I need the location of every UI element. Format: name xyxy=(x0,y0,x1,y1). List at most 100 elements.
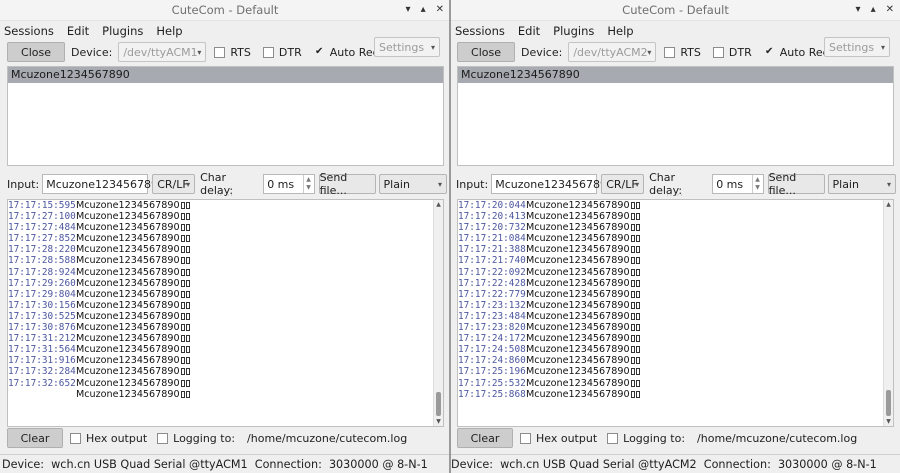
control-char-icon xyxy=(185,301,190,309)
window-titlebar[interactable]: CuteCom - Default ▾ ▴ ✕ xyxy=(0,0,450,21)
settings-label: Settings xyxy=(829,40,875,54)
input-field[interactable]: Mcuzone1234567890 xyxy=(491,174,614,194)
control-char-icon xyxy=(630,202,635,209)
minimize-icon[interactable]: ▾ xyxy=(856,0,861,20)
log-timestamp: 17:17:28:220 xyxy=(8,244,76,256)
log-lines: 17:17:20:044Mcuzone1234567890 17:17:20:41… xyxy=(458,200,883,400)
rts-checkbox[interactable] xyxy=(664,46,676,58)
dtr-checkbox[interactable] xyxy=(262,46,274,58)
char-delay-spinbox[interactable]: 0 ms ▲ ▼ xyxy=(263,174,315,194)
triangle-down-icon: ▾ xyxy=(197,47,202,57)
log-line: 17:17:29:804Mcuzone1234567890 xyxy=(8,289,433,300)
scroll-up-icon[interactable]: ▲ xyxy=(434,201,443,208)
clear-button[interactable]: Clear xyxy=(457,428,513,448)
format-select[interactable]: Plain ▾ xyxy=(378,174,447,194)
log-timestamp: 17:17:32:284 xyxy=(8,366,76,378)
scroll-down-icon[interactable]: ▼ xyxy=(884,418,893,425)
format-value: Plain xyxy=(832,177,859,191)
device-select[interactable]: /dev/ttyACM1 ▾ xyxy=(118,42,207,62)
control-char-icon xyxy=(635,202,640,209)
clear-button[interactable]: Clear xyxy=(7,428,63,448)
logging-checkbox[interactable] xyxy=(607,432,619,444)
line-end-select[interactable]: CR/LF ▾ xyxy=(152,174,196,194)
rts-checkbox[interactable] xyxy=(214,46,226,58)
line-end-value: CR/LF xyxy=(606,177,638,191)
control-char-icon xyxy=(185,213,190,221)
menu-sessions[interactable]: Sessions xyxy=(4,24,54,38)
sent-history-list[interactable]: Mcuzone1234567890 xyxy=(7,66,444,166)
list-item[interactable]: Mcuzone1234567890 xyxy=(458,67,893,83)
status-text: Device: wch.cn USB Quad Serial @ttyACM1 … xyxy=(2,458,428,471)
device-select[interactable]: /dev/ttyACM2 ▾ xyxy=(568,42,657,62)
log-text: Mcuzone1234567890 xyxy=(526,310,630,322)
control-char-icon xyxy=(180,324,185,332)
log-text: Mcuzone1234567890 xyxy=(526,200,630,211)
log-line: 17:17:24:860Mcuzone1234567890 xyxy=(458,355,883,366)
log-text: Mcuzone1234567890 xyxy=(526,299,630,311)
control-char-icon xyxy=(630,268,635,276)
log-text: Mcuzone1234567890 xyxy=(76,377,180,389)
control-char-icon xyxy=(185,290,190,298)
log-line: 17:17:31:564Mcuzone1234567890 xyxy=(8,344,433,355)
control-char-icon xyxy=(180,368,185,376)
triangle-down-icon: ▾ xyxy=(430,42,435,52)
output-log[interactable]: 17:17:15:595Mcuzone1234567890 17:17:27:10… xyxy=(7,199,444,427)
logging-checkbox[interactable] xyxy=(157,432,169,444)
log-timestamp: 17:17:31:916 xyxy=(8,355,76,367)
window-titlebar[interactable]: CuteCom - Default ▾ ▴ ✕ xyxy=(451,0,900,21)
scroll-down-icon[interactable]: ▼ xyxy=(434,418,443,425)
log-text: Mcuzone1234567890 xyxy=(76,277,180,289)
log-timestamp: 17:17:25:196 xyxy=(458,366,526,378)
hex-output-checkbox[interactable] xyxy=(70,432,81,444)
format-select[interactable]: Plain ▾ xyxy=(827,174,896,194)
log-text: Mcuzone1234567890 xyxy=(526,366,630,378)
menu-edit[interactable]: Edit xyxy=(67,24,89,38)
autoreconnect-checkbox[interactable]: ✔ xyxy=(314,47,325,58)
menu-sessions[interactable]: Sessions xyxy=(455,24,505,38)
menu-edit[interactable]: Edit xyxy=(518,24,540,38)
menu-plugins[interactable]: Plugins xyxy=(102,24,143,38)
line-end-value: CR/LF xyxy=(157,177,189,191)
char-delay-spinbox[interactable]: 0 ms ▲ ▼ xyxy=(712,174,764,194)
log-text: Mcuzone1234567890 xyxy=(76,255,180,267)
settings-button[interactable]: Settings ▾ xyxy=(374,37,440,57)
log-timestamp: 17:17:20:044 xyxy=(458,200,526,211)
char-delay-value: 0 ms xyxy=(267,177,295,191)
output-toolbar: Clear Hex output Logging to: /home/mcuzo… xyxy=(457,428,897,448)
scroll-thumb[interactable] xyxy=(436,392,441,416)
menu-help[interactable]: Help xyxy=(607,24,633,38)
minimize-icon[interactable]: ▾ xyxy=(406,0,411,20)
scroll-thumb[interactable] xyxy=(886,390,891,416)
scroll-up-icon[interactable]: ▲ xyxy=(884,201,893,208)
log-line: 17:17:23:132Mcuzone1234567890 xyxy=(458,300,883,311)
menu-plugins[interactable]: Plugins xyxy=(553,24,594,38)
spin-arrows-icon[interactable]: ▲ ▼ xyxy=(302,175,314,193)
control-char-icon xyxy=(185,257,190,265)
control-char-icon xyxy=(180,379,185,387)
menu-help[interactable]: Help xyxy=(156,24,182,38)
maximize-icon[interactable]: ▴ xyxy=(421,0,426,20)
send-file-button[interactable]: Send file... xyxy=(318,171,376,197)
line-end-select[interactable]: CR/LF ▾ xyxy=(601,174,645,194)
close-button[interactable]: Close xyxy=(457,42,515,62)
close-icon[interactable]: ✕ xyxy=(436,0,444,20)
maximize-icon[interactable]: ▴ xyxy=(871,0,876,20)
list-item[interactable]: Mcuzone1234567890 xyxy=(8,67,443,83)
log-scrollbar[interactable]: ▲ ▼ xyxy=(433,200,443,426)
input-field[interactable]: Mcuzone1234567890 xyxy=(42,174,165,194)
settings-button[interactable]: Settings ▾ xyxy=(824,37,890,57)
log-scrollbar[interactable]: ▲ ▼ xyxy=(883,200,893,426)
send-file-button[interactable]: Send file... xyxy=(767,171,825,197)
sent-history-list[interactable]: Mcuzone1234567890 xyxy=(457,66,894,166)
close-button[interactable]: Close xyxy=(7,42,65,62)
spin-arrows-icon[interactable]: ▲ ▼ xyxy=(751,175,763,193)
output-log[interactable]: 17:17:20:044Mcuzone1234567890 17:17:20:41… xyxy=(457,199,894,427)
control-char-icon xyxy=(630,324,635,332)
rts-label: RTS xyxy=(680,45,701,59)
control-char-icon xyxy=(180,346,185,354)
autoreconnect-checkbox[interactable]: ✔ xyxy=(764,47,775,58)
dtr-checkbox[interactable] xyxy=(712,46,724,58)
log-line: 17:17:28:220Mcuzone1234567890 xyxy=(8,244,433,255)
hex-output-checkbox[interactable] xyxy=(520,432,531,444)
close-icon[interactable]: ✕ xyxy=(886,0,894,20)
